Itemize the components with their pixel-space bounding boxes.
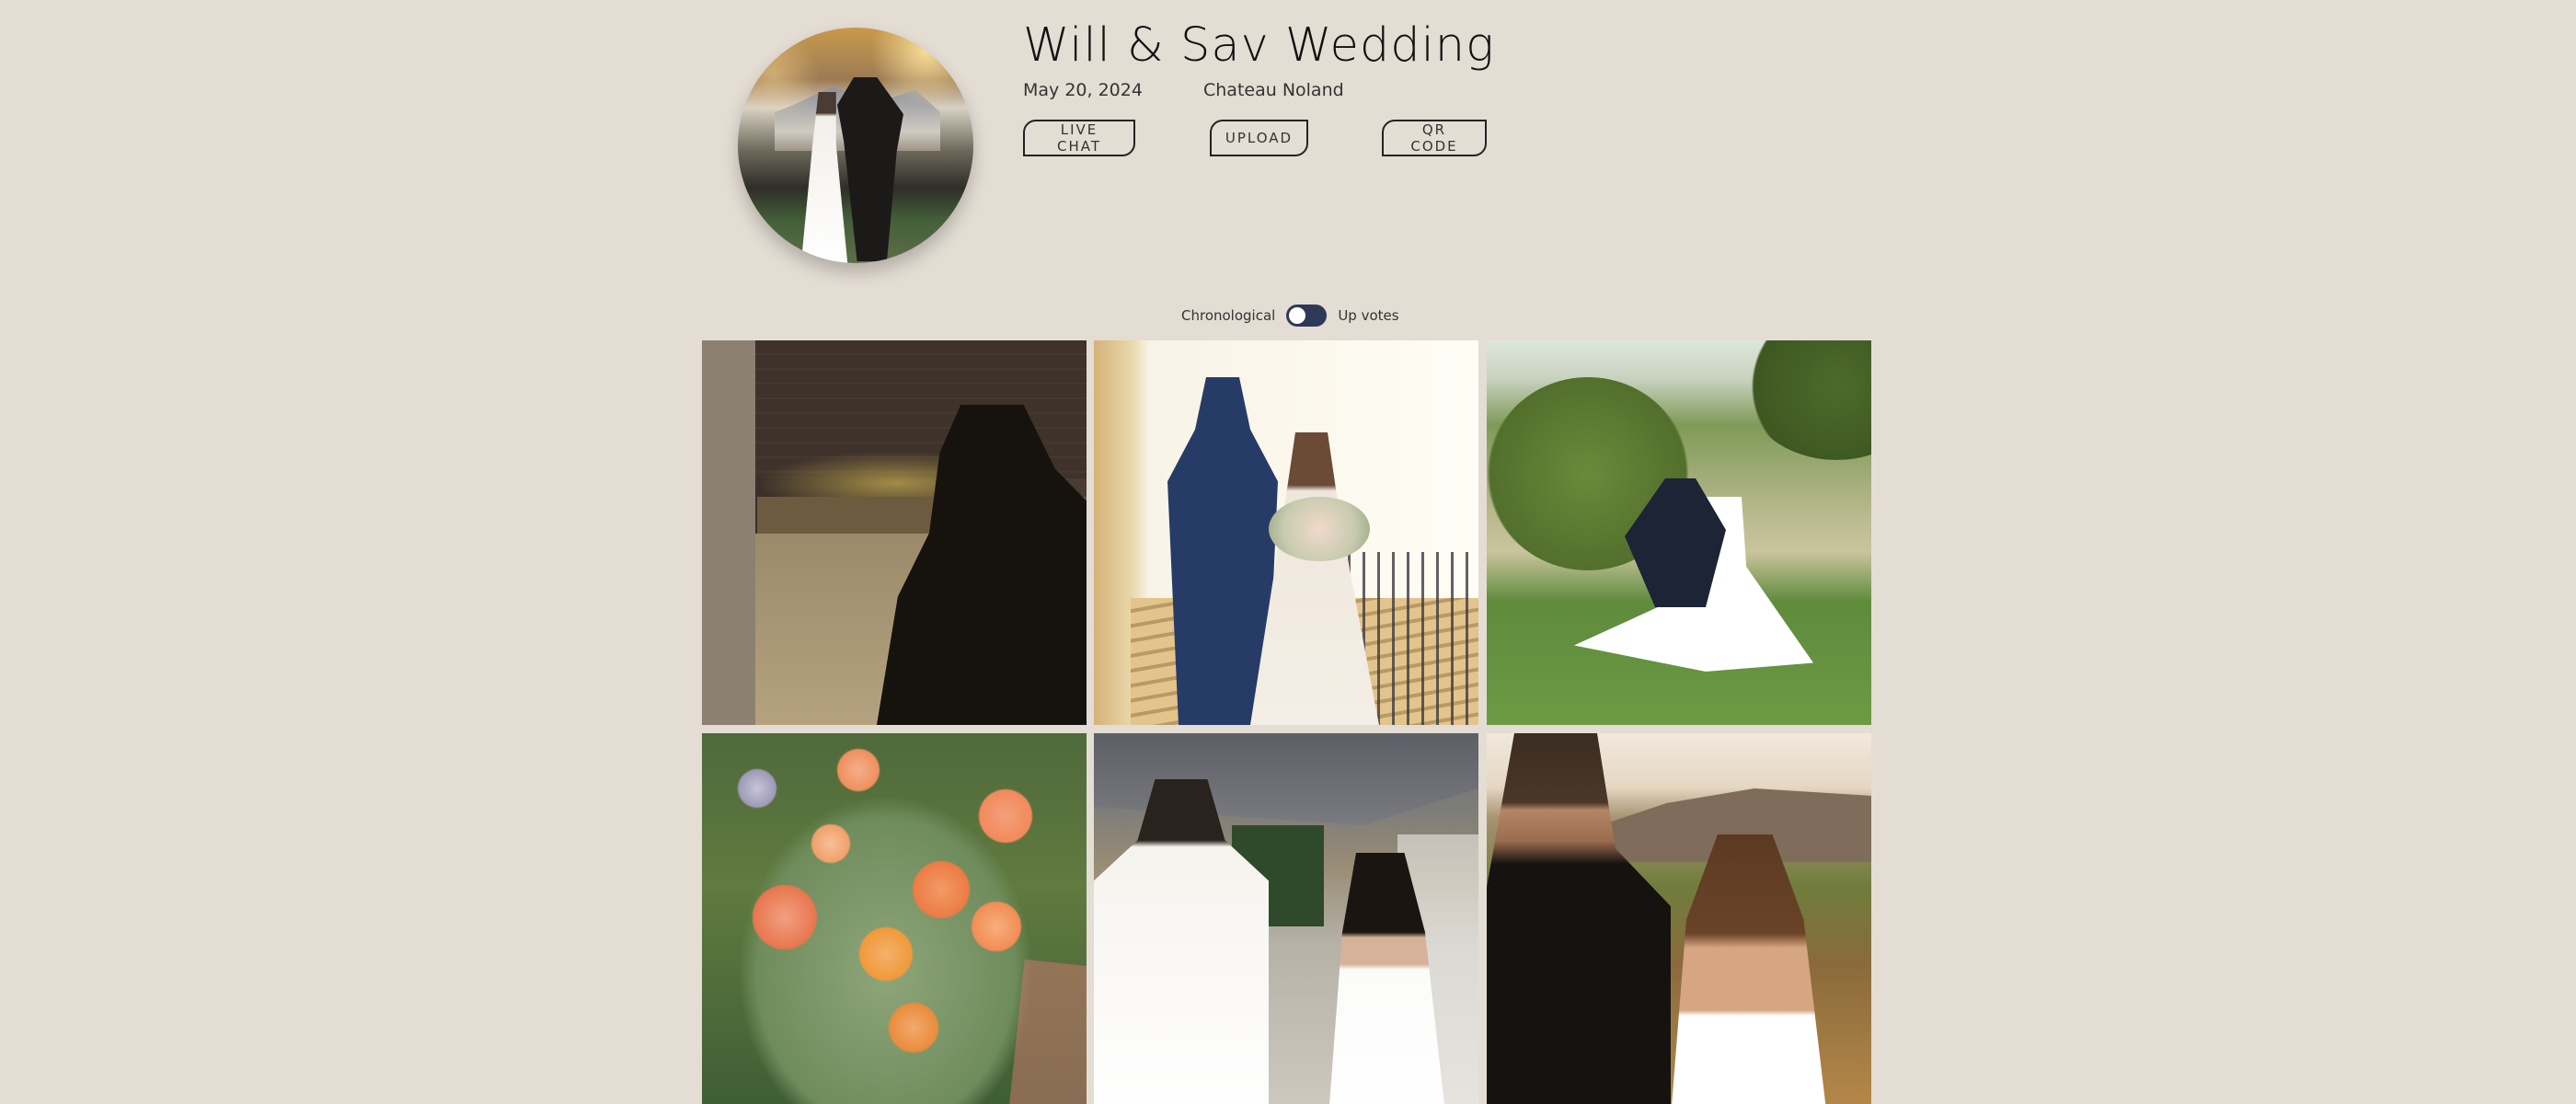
photo-3-tree bbox=[1744, 340, 1871, 460]
sort-toggle-group: Chronological Up votes bbox=[1181, 305, 1399, 327]
sort-toggle[interactable] bbox=[1286, 305, 1328, 327]
event-date: May 20, 2024 bbox=[1023, 80, 1143, 100]
sort-label-upvotes: Up votes bbox=[1338, 307, 1399, 324]
live-chat-button[interactable]: LIVE CHAT bbox=[1023, 120, 1135, 156]
page: Will & Sav Wedding May 20, 2024 Chateau … bbox=[0, 0, 2576, 1104]
sort-label-chronological: Chronological bbox=[1181, 307, 1276, 324]
event-venue: Chateau Noland bbox=[1203, 80, 1344, 100]
event-cover-avatar bbox=[738, 28, 973, 263]
photo-tile-1[interactable] bbox=[702, 340, 1087, 725]
photo-tile-5[interactable] bbox=[1094, 733, 1478, 1104]
qr-code-button[interactable]: QR CODE bbox=[1382, 120, 1487, 156]
photo-6-bride bbox=[1671, 834, 1827, 1104]
avatar-lights bbox=[738, 28, 973, 263]
upload-button[interactable]: UPLOAD bbox=[1210, 120, 1308, 156]
sort-toggle-knob bbox=[1289, 307, 1306, 324]
photo-tile-4[interactable] bbox=[702, 733, 1087, 1104]
photo-grid bbox=[702, 340, 1873, 1104]
photo-tile-6[interactable] bbox=[1487, 733, 1871, 1104]
event-title: Will & Sav Wedding bbox=[1023, 18, 1495, 73]
photo-2-bouquet bbox=[1269, 497, 1370, 561]
photo-tile-2[interactable] bbox=[1094, 340, 1478, 725]
photo-6-groom bbox=[1487, 733, 1671, 1104]
photo-tile-3[interactable] bbox=[1487, 340, 1871, 725]
